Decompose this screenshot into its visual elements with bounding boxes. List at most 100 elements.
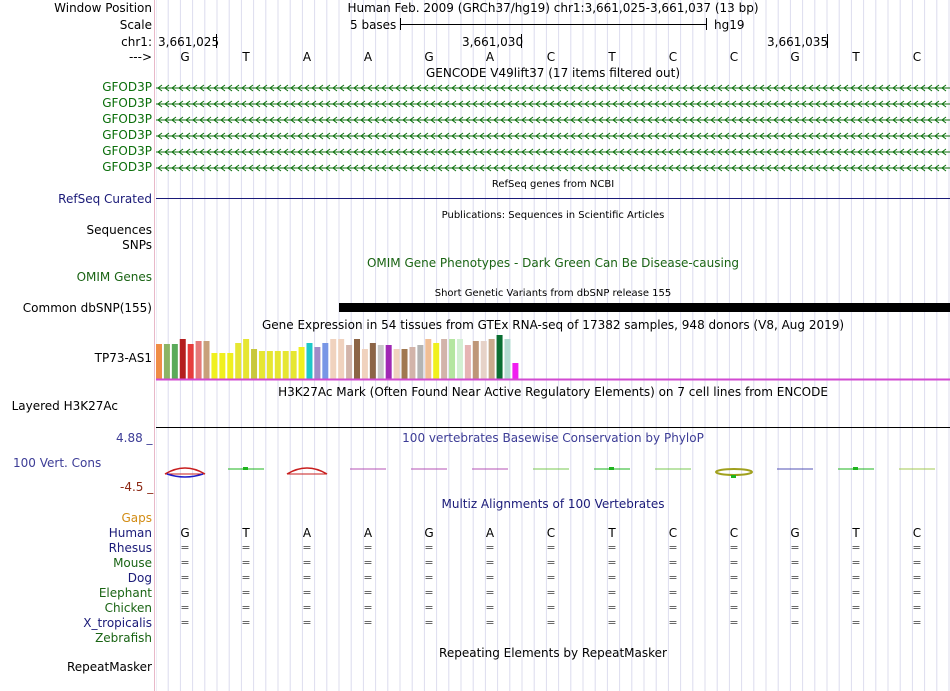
dbsnp-variant-bar[interactable] [339,303,950,312]
gtex-tissue-bar[interactable] [227,353,234,379]
gtex-tissue-bar[interactable] [163,344,170,379]
gtex-tissue-bar[interactable] [425,339,432,379]
gtex-tissue-bar[interactable] [219,353,226,379]
omim-label[interactable]: OMIM Genes [77,270,152,284]
gtex-tissue-bar[interactable] [354,339,360,379]
gencode-gene-model[interactable] [156,130,950,142]
gencode-gene-label[interactable]: GFOD3P [102,112,152,126]
snps-label[interactable]: SNPs [122,238,152,252]
gtex-tissue-bar[interactable] [338,339,345,379]
gencode-gene-label[interactable]: GFOD3P [102,128,152,142]
gtex-tissue-bar[interactable] [274,351,281,379]
phylop-score-mark[interactable] [594,467,630,470]
gencode-gene-label[interactable]: GFOD3P [102,96,152,110]
gtex-tissue-bar[interactable] [203,341,210,379]
gencode-gene-model[interactable] [156,82,950,94]
gtex-expression-bars[interactable] [156,332,950,382]
refseq-gene-line[interactable] [156,198,950,199]
phylop-score-mark[interactable] [164,467,206,478]
base-letter: G [790,50,800,64]
gtex-tissue-bar[interactable] [187,344,194,379]
gtex-tissue-bar[interactable] [306,343,313,379]
refseq-label[interactable]: RefSeq Curated [58,192,152,206]
gtex-tissue-bar[interactable] [393,349,400,379]
dbsnp-label[interactable]: Common dbSNP(155) [23,301,152,315]
gtex-tissue-bar[interactable] [171,344,178,379]
gtex-tissue-bar[interactable] [472,341,479,379]
gencode-gene-label[interactable]: GFOD3P [102,80,152,94]
gtex-gene-label[interactable]: TP73-AS1 [95,351,152,365]
gencode-track-title[interactable]: GENCODE V49lift37 (17 items filtered out… [156,66,950,80]
gtex-tissue-bar[interactable] [179,339,186,379]
gtex-tissue-bar[interactable] [433,343,440,379]
gtex-tissue-bar[interactable] [377,345,384,379]
phylop-score-mark[interactable] [286,467,328,475]
alignment-match-mark: = [790,556,800,569]
gtex-tissue-bar[interactable] [314,347,321,379]
gtex-tissue-bar[interactable] [369,343,376,379]
gtex-tissue-bar[interactable] [480,341,487,379]
gtex-tissue-bar[interactable] [488,339,495,379]
gencode-gene-model[interactable] [156,146,950,158]
gencode-gene-label[interactable]: GFOD3P [102,144,152,158]
phylop-conservation-marks[interactable] [156,462,950,482]
species-label[interactable]: Elephant [99,586,152,600]
repeatmasker-track-title[interactable]: Repeating Elements by RepeatMasker [156,646,950,660]
gencode-gene-model[interactable] [156,98,950,110]
phylop-label[interactable]: 100 Vert. Cons [13,456,101,470]
gtex-tissue-bar[interactable] [290,351,297,379]
gtex-tissue-bar[interactable] [449,339,456,379]
phylop-score-mark[interactable] [838,467,874,470]
phylop-score-mark[interactable] [228,467,264,470]
gtex-tissue-bar[interactable] [456,339,463,379]
publications-track-title[interactable]: Publications: Sequences in Scientific Ar… [156,209,950,223]
omim-track-title[interactable]: OMIM Gene Phenotypes - Dark Green Can Be… [156,256,950,270]
species-label[interactable]: Mouse [113,556,152,570]
gtex-tissue-bar[interactable] [385,345,392,379]
sequences-label[interactable]: Sequences [87,223,152,237]
alignment-match-mark: = [302,541,312,554]
gencode-gene-model[interactable] [156,114,950,126]
gtex-tissue-bar[interactable] [251,349,258,379]
phylop-track-title[interactable]: 100 vertebrates Basewise Conservation by… [156,431,950,445]
gencode-gene-label[interactable]: GFOD3P [102,160,152,174]
gtex-tissue-bar[interactable] [298,347,305,379]
alignment-match-mark: = [546,571,556,584]
repeatmasker-label[interactable]: RepeatMasker [67,660,152,674]
gencode-gene-model[interactable] [156,162,950,174]
gtex-track-title[interactable]: Gene Expression in 54 tissues from GTEx … [156,318,950,332]
gtex-tissue-bar[interactable] [266,351,273,379]
gtex-tissue-bar[interactable] [211,353,218,379]
gtex-tissue-bar[interactable] [512,363,519,379]
species-label[interactable]: Chicken [105,601,152,615]
gtex-tissue-bar[interactable] [235,343,242,379]
gtex-tissue-bar[interactable] [243,339,250,379]
gtex-tissue-bar[interactable] [504,339,511,379]
species-label[interactable]: Dog [128,571,152,585]
refseq-track-title[interactable]: RefSeq genes from NCBI [156,178,950,192]
gtex-tissue-bar[interactable] [156,344,162,379]
species-label[interactable]: Zebrafish [95,631,152,645]
alignment-match-mark: = [912,586,922,599]
species-label[interactable]: Human [109,526,152,540]
gtex-tissue-bar[interactable] [401,349,408,379]
gtex-tissue-bar[interactable] [195,341,202,379]
species-label[interactable]: X_tropicalis [83,616,152,630]
gtex-tissue-bar[interactable] [409,347,416,379]
gtex-tissue-bar[interactable] [464,345,471,379]
multiz-track-title[interactable]: Multiz Alignments of 100 Vertebrates [156,497,950,511]
h3k27ac-label[interactable]: Layered H3K27Ac [12,399,118,413]
gtex-tissue-bar[interactable] [441,339,448,379]
gtex-tissue-bar[interactable] [496,335,503,379]
phylop-score-mark[interactable] [715,468,753,478]
gtex-tissue-bar[interactable] [282,351,289,379]
h3k27ac-track-title[interactable]: H3K27Ac Mark (Often Found Near Active Re… [156,385,950,399]
gtex-tissue-bar[interactable] [330,339,337,379]
species-label[interactable]: Rhesus [109,541,152,555]
dbsnp-track-title[interactable]: Short Genetic Variants from dbSNP releas… [156,287,950,301]
gtex-tissue-bar[interactable] [417,345,424,379]
gtex-tissue-bar[interactable] [346,345,353,379]
gtex-tissue-bar[interactable] [322,343,329,379]
gtex-tissue-bar[interactable] [258,351,265,379]
gtex-tissue-bar[interactable] [361,349,368,379]
